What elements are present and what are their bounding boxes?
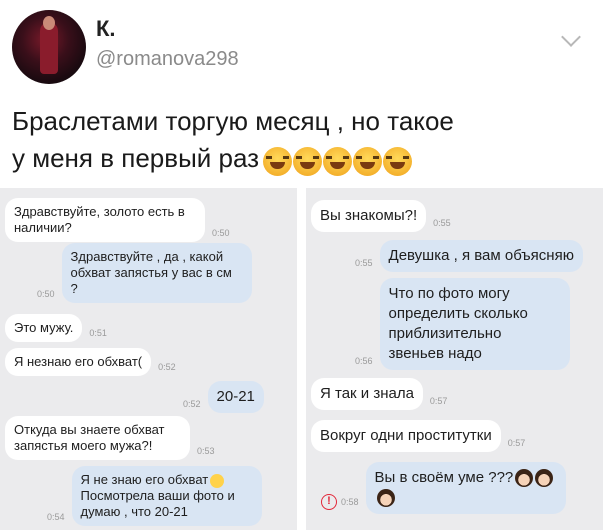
message-bubble: Девушка , я вам объясняю bbox=[379, 240, 583, 272]
message-bubble: Здравствуйте , да , какой обхват запясть… bbox=[61, 243, 252, 303]
message-time: 0:55 bbox=[433, 218, 451, 228]
message-bubble: Я не знаю его обхват Посмотрела ваши фот… bbox=[71, 466, 262, 526]
laughing-face-icon bbox=[263, 147, 293, 177]
message-bubble: Откуда вы знаете обхват запястья моего м… bbox=[5, 416, 190, 460]
message-time: 0:50 bbox=[37, 289, 55, 299]
message-out: ! 0:58 Вы в своём уме ??? bbox=[314, 462, 566, 514]
message-out: 0:55 Девушка , я вам объясняю bbox=[348, 240, 583, 272]
woman-emoji-icon bbox=[535, 469, 554, 488]
message-in: Я незнаю его обхват( 0:52 bbox=[5, 348, 183, 376]
message-bubble: Вы в своём уме ??? bbox=[365, 462, 566, 514]
message-text: Вы в своём уме ??? bbox=[374, 469, 514, 486]
message-out: 0:52 20-21 bbox=[176, 381, 264, 413]
message-time: 0:55 bbox=[355, 258, 373, 268]
laughing-face-icon bbox=[353, 147, 383, 177]
post-text-line1: Браслетами торгую месяц , но такое bbox=[12, 106, 454, 136]
message-time: 0:52 bbox=[183, 399, 201, 409]
message-time: 0:53 bbox=[197, 446, 215, 456]
chat-screenshot-left: Здравствуйте, золото есть в наличии? 0:5… bbox=[0, 188, 297, 530]
message-time: 0:54 bbox=[47, 512, 65, 522]
message-out: 0:50 Здравствуйте , да , какой обхват за… bbox=[30, 243, 252, 303]
message-bubble: Я незнаю его обхват( bbox=[5, 348, 152, 376]
message-in: Я так и знала 0:57 bbox=[311, 378, 454, 410]
laughing-emojis bbox=[263, 142, 413, 179]
message-in: Вокруг одни проститутки 0:57 bbox=[311, 420, 532, 452]
chat-screenshot-right: Вы знакомы?! 0:55 0:55 Девушка , я вам о… bbox=[306, 188, 603, 530]
laughing-face-icon bbox=[293, 147, 323, 177]
message-time: 0:57 bbox=[507, 438, 526, 448]
message-bubble: Я так и знала bbox=[311, 378, 423, 410]
message-in: Откуда вы знаете обхват запястья моего м… bbox=[5, 416, 222, 460]
message-time: 0:52 bbox=[158, 362, 176, 372]
message-bubble: Вы знакомы?! bbox=[311, 200, 427, 232]
chevron-down-icon[interactable] bbox=[561, 27, 581, 47]
message-time: 0:57 bbox=[429, 396, 448, 406]
post-text: Браслетами торгую месяц , но такое у мен… bbox=[12, 103, 592, 179]
message-bubble: 20-21 bbox=[207, 381, 264, 413]
message-out: 0:54 Я не знаю его обхват Посмотрела ваш… bbox=[40, 466, 262, 526]
laughing-face-icon bbox=[383, 147, 413, 177]
message-in: Здравствуйте, золото есть в наличии? 0:5… bbox=[5, 198, 237, 242]
error-icon[interactable]: ! bbox=[321, 494, 337, 510]
avatar[interactable] bbox=[12, 10, 86, 84]
message-out: 0:56 Что по фото могу определить сколько… bbox=[348, 278, 570, 370]
message-bubble: Здравствуйте, золото есть в наличии? bbox=[5, 198, 205, 242]
message-text-1: Я не знаю его обхват bbox=[80, 472, 209, 487]
message-status: ! 0:58 bbox=[321, 494, 359, 510]
sweat-smile-icon bbox=[210, 473, 225, 488]
message-in: Это мужу. 0:51 bbox=[5, 314, 114, 342]
author-name[interactable]: К. bbox=[96, 16, 116, 42]
message-text-2: Посмотрела ваши фото и думаю , что 20-21 bbox=[80, 488, 235, 519]
message-bubble: Это мужу. bbox=[5, 314, 83, 342]
message-bubble: Что по фото могу определить сколько приб… bbox=[379, 278, 570, 370]
woman-emoji-icon bbox=[515, 469, 534, 488]
message-time: 0:51 bbox=[89, 328, 107, 338]
woman-emoji-icon bbox=[376, 489, 395, 508]
post-text-line2: у меня в первый раз bbox=[12, 143, 260, 173]
post-header: К. @romanova298 bbox=[12, 10, 592, 85]
laughing-face-icon bbox=[323, 147, 353, 177]
message-time: 0:50 bbox=[212, 228, 230, 238]
message-time: 0:56 bbox=[355, 356, 373, 366]
message-bubble: Вокруг одни проститутки bbox=[311, 420, 501, 452]
author-handle[interactable]: @romanova298 bbox=[96, 48, 239, 71]
message-in: Вы знакомы?! 0:55 bbox=[311, 200, 458, 232]
message-time: 0:58 bbox=[341, 497, 359, 507]
